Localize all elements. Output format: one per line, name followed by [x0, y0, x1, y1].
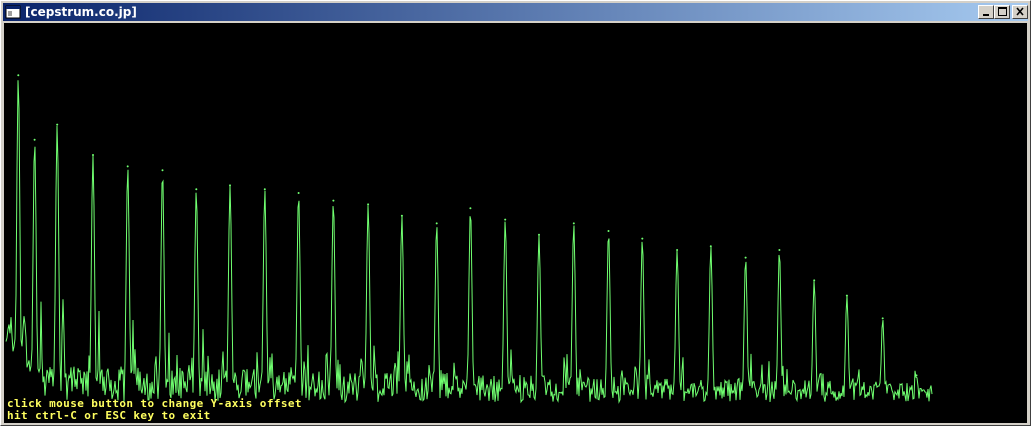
trace-peak-12 — [367, 203, 370, 206]
trace-peak-6 — [161, 169, 164, 172]
maximize-icon — [998, 7, 1007, 16]
trace-peak-27 — [881, 317, 884, 320]
trace-peak-16 — [504, 218, 507, 221]
trace-peak-24 — [778, 249, 781, 251]
close-icon — [1016, 7, 1024, 16]
trace-peak-3 — [56, 123, 59, 126]
minimize-button[interactable] — [978, 5, 994, 19]
trace-peak-22 — [709, 245, 712, 248]
trace-peak-9 — [263, 188, 266, 191]
spectrum-plot[interactable] — [4, 23, 1027, 423]
plot-area[interactable]: click mouse button to change Y-axis offs… — [4, 23, 1027, 423]
trace-peak-15 — [469, 207, 472, 210]
trace-peak-21 — [676, 249, 679, 251]
trace-peak-28 — [915, 374, 918, 377]
trace-peak-8 — [229, 184, 231, 187]
trace-peak-26 — [845, 294, 848, 297]
trace-peak-5 — [126, 165, 129, 168]
trace-peak-7 — [195, 188, 198, 191]
trace-peak-1 — [17, 74, 20, 77]
window-title: [cepstrum.co.jp] — [25, 5, 137, 19]
trace-peak-25 — [813, 279, 816, 282]
cepstrum-trace-line — [5, 80, 933, 404]
trace-peak-11 — [332, 199, 335, 202]
app-window: [cepstrum.co.jp] click mouse button to c… — [0, 0, 1031, 426]
title-bar[interactable]: [cepstrum.co.jp] — [3, 3, 1028, 21]
trace-peak-17 — [538, 233, 540, 236]
trace-peak-14 — [435, 222, 438, 225]
trace-peak-23 — [744, 256, 747, 259]
trace-peak-20 — [641, 237, 644, 240]
trace-peak-2 — [33, 138, 36, 141]
app-window-icon[interactable] — [5, 4, 21, 20]
trace-peak-4 — [92, 154, 94, 156]
instruction-exit: hit ctrl-C or ESC key to exit — [7, 409, 211, 422]
trace-peak-13 — [400, 214, 403, 217]
close-button[interactable] — [1012, 5, 1028, 19]
trace-peak-18 — [572, 222, 575, 225]
minimize-icon — [983, 14, 989, 16]
maximize-button[interactable] — [994, 5, 1010, 19]
trace-group — [5, 74, 933, 404]
trace-peak-10 — [297, 192, 300, 194]
trace-peak-19 — [607, 230, 610, 232]
